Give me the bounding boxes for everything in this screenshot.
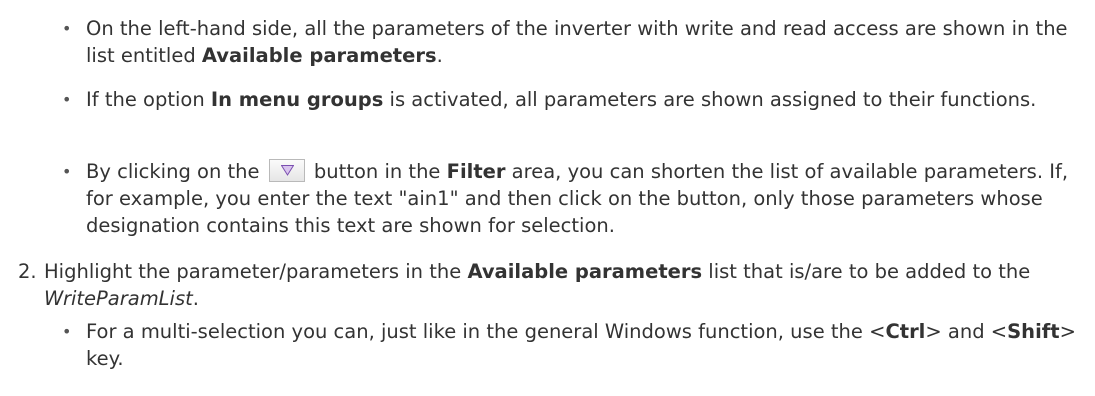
text-run: For a multi-selection you can, just like… <box>86 320 886 343</box>
text-run: list that is/are to be added to the <box>702 260 1031 283</box>
bold-term-available-parameters: Available parameters <box>201 44 437 67</box>
step-number: 2. <box>18 260 37 283</box>
bullet-in-menu-groups: • If the option In menu groups is activa… <box>62 86 1082 113</box>
text-run: By clicking on the <box>86 160 266 183</box>
filter-button[interactable] <box>268 159 305 182</box>
document-page: • On the left-hand side, all the paramet… <box>0 0 1095 396</box>
filter-icon <box>280 165 294 176</box>
bold-key-shift: Shift <box>1007 320 1060 343</box>
text-run: Highlight the parameter/parameters in th… <box>44 260 468 283</box>
text-run: > and < <box>925 320 1008 343</box>
italic-term-writeparamlist: WriteParamList <box>44 287 193 310</box>
bullet-marker: • <box>62 90 72 109</box>
text-run: If the option <box>86 88 211 111</box>
text-run: . <box>192 287 199 310</box>
text-run: is activated, all parameters are shown a… <box>383 88 1037 111</box>
text-run: button in the <box>307 160 447 183</box>
step-2: 2. Highlight the parameter/parameters in… <box>18 258 1078 312</box>
bold-term-filter: Filter <box>446 160 506 183</box>
text-run: . <box>436 44 443 67</box>
bullet-available-parameters: • On the left-hand side, all the paramet… <box>62 15 1082 69</box>
step-text: Highlight the parameter/parameters in th… <box>44 258 1078 312</box>
bullet-text: For a multi-selection you can, just like… <box>86 318 1082 372</box>
bullet-filter: • By clicking on the button in the Filte… <box>62 158 1082 239</box>
bullet-text: By clicking on the button in the Filter … <box>86 158 1082 239</box>
bold-term-in-menu-groups: In menu groups <box>210 88 384 111</box>
bullet-text: If the option In menu groups is activate… <box>86 86 1082 113</box>
bullet-marker: • <box>62 322 72 341</box>
bullet-multi-selection: • For a multi-selection you can, just li… <box>62 318 1082 372</box>
bullet-text: On the left-hand side, all the parameter… <box>86 15 1082 69</box>
bullet-marker: • <box>62 19 72 38</box>
bullet-marker: • <box>62 162 72 181</box>
bold-term-available-parameters: Available parameters <box>467 260 703 283</box>
bold-key-ctrl: Ctrl <box>885 320 926 343</box>
